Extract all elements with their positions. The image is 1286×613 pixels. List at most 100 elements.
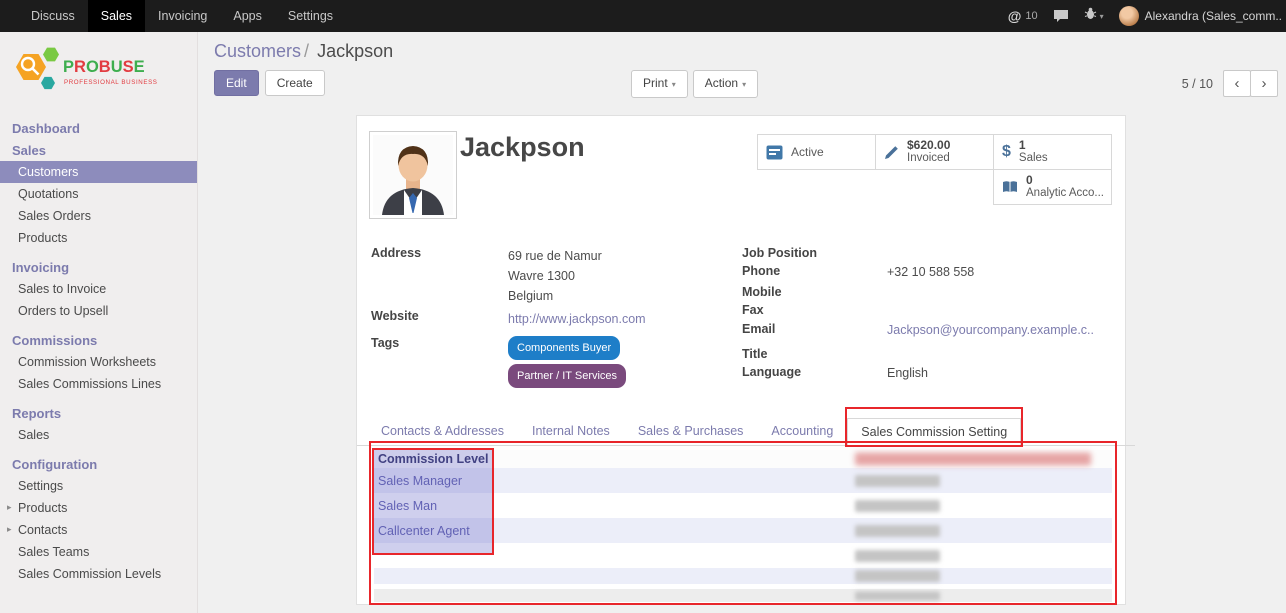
record-pager: 5 / 10 ‹ ›: [1182, 70, 1278, 97]
company-logo: PROBUSE PROFESSIONAL BUSINESS: [0, 32, 197, 107]
sidebar-item-settings[interactable]: Settings: [0, 475, 197, 497]
sidebar-item-config-products[interactable]: ▸ Products: [0, 497, 197, 519]
commission-level-cell[interactable]: Sales Manager: [374, 474, 854, 488]
website-label: Website: [371, 309, 508, 329]
sidebar-item-sales-teams[interactable]: Sales Teams: [0, 541, 197, 563]
create-button[interactable]: Create: [265, 70, 325, 96]
messages-icon[interactable]: [1053, 9, 1069, 23]
sidebar-section-invoicing[interactable]: Invoicing: [0, 256, 197, 278]
sidebar-item-config-contacts[interactable]: ▸ Contacts: [0, 519, 197, 541]
commission-level-cell[interactable]: Callcenter Agent: [374, 524, 854, 538]
breadcrumb: Customers/ Jackpson: [214, 41, 393, 62]
address-line-3: Belgium: [508, 286, 602, 306]
phone-value: +32 10 588 558: [887, 264, 974, 280]
sidebar-item-label: Products: [18, 501, 67, 515]
invoiced-amount: $620.00: [907, 139, 950, 152]
email-link[interactable]: Jackpson@yourcompany.example.c..: [887, 323, 1094, 337]
top-navbar: Discuss Sales Invoicing Apps Settings @ …: [0, 0, 1286, 32]
tab-contacts-addresses[interactable]: Contacts & Addresses: [367, 418, 518, 445]
sidebar-nav: Dashboard Sales Customers Quotations Sal…: [0, 117, 197, 585]
stat-buttons: Active $620.00 Invoiced $ 1 Sales: [756, 134, 1112, 205]
table-row[interactable]: Sales Manager: [374, 468, 1112, 493]
fields-right-column: Job Position Phone +32 10 588 558 Mobile…: [742, 246, 1111, 394]
book-icon: [1002, 180, 1018, 194]
chevron-down-icon: ▾: [1100, 12, 1104, 21]
user-avatar: [1119, 6, 1139, 26]
tab-sales-purchases[interactable]: Sales & Purchases: [624, 418, 758, 445]
print-dropdown-button[interactable]: Print▾: [631, 70, 688, 98]
table-empty-row: [374, 568, 1112, 584]
tab-sales-commission-setting[interactable]: Sales Commission Setting: [847, 418, 1021, 446]
sidebar-section-sales[interactable]: Sales: [0, 139, 197, 161]
table-footer-row: [374, 589, 1112, 602]
sidebar-section-reports[interactable]: Reports: [0, 402, 197, 424]
sales-stat-button[interactable]: $ 1 Sales: [993, 134, 1112, 170]
sidebar-item-customers[interactable]: Customers: [0, 161, 197, 183]
sidebar-item-sales-orders[interactable]: Sales Orders: [0, 205, 197, 227]
redacted-blur-block: [855, 453, 1091, 466]
analytic-accounts-stat-button[interactable]: 0 Analytic Acco...: [993, 169, 1112, 205]
commission-level-cell[interactable]: Sales Man: [374, 499, 854, 513]
sidebar-item-label: Contacts: [18, 523, 67, 537]
topbar-right-group: @ 10 ▾ Alexandra (Sales_comm..: [1008, 0, 1286, 32]
phone-label: Phone: [742, 264, 887, 280]
tab-internal-notes[interactable]: Internal Notes: [518, 418, 624, 445]
pager-next-button[interactable]: ›: [1250, 70, 1278, 97]
customer-photo[interactable]: [369, 131, 457, 219]
analytic-count: 0: [1026, 174, 1103, 187]
tab-accounting[interactable]: Accounting: [757, 418, 847, 445]
action-dropdown-button[interactable]: Action▾: [693, 70, 758, 98]
pager-value[interactable]: 5 / 10: [1182, 77, 1213, 91]
address-line-2: Wavre 1300: [508, 266, 602, 286]
analytic-label: Analytic Acco...: [1026, 187, 1103, 200]
mentions-indicator[interactable]: @ 10: [1008, 8, 1038, 24]
chevron-right-icon: ▸: [7, 524, 12, 535]
table-row[interactable]: Sales Man: [374, 493, 1112, 518]
pager-previous-button[interactable]: ‹: [1223, 70, 1251, 97]
main-content: Customers/ Jackpson Edit Create Print▾ A…: [198, 32, 1286, 613]
fields-left-column: Address 69 rue de Namur Wavre 1300 Belgi…: [371, 246, 742, 394]
table-row[interactable]: Callcenter Agent: [374, 518, 1112, 543]
print-label: Print: [643, 76, 668, 90]
topmenu-sales[interactable]: Sales: [88, 0, 145, 32]
debug-menu[interactable]: ▾: [1084, 7, 1104, 25]
sidebar-item-sales-to-invoice[interactable]: Sales to Invoice: [0, 278, 197, 300]
active-stat-button[interactable]: Active: [757, 134, 876, 170]
redacted-blur-block: [855, 500, 940, 512]
sidebar-item-products[interactable]: Products: [0, 227, 197, 249]
redacted-cell: [854, 589, 1112, 602]
notebook-tabs: Contacts & Addresses Internal Notes Sale…: [357, 418, 1135, 446]
topmenu-apps[interactable]: Apps: [220, 0, 275, 32]
topmenu-settings[interactable]: Settings: [275, 0, 346, 32]
sidebar-section-configuration[interactable]: Configuration: [0, 453, 197, 475]
redacted-blur-block: [855, 570, 940, 582]
record-title: Jackpson: [460, 132, 585, 163]
user-menu[interactable]: Alexandra (Sales_comm..: [1119, 6, 1282, 26]
invoiced-stat-button[interactable]: $620.00 Invoiced: [875, 134, 994, 170]
table-header-row: Commission Level: [374, 450, 1112, 468]
redacted-blur-block: [855, 591, 940, 600]
sidebar-section-dashboard[interactable]: Dashboard: [0, 117, 197, 139]
sidebar-item-sales-commissions-lines[interactable]: Sales Commissions Lines: [0, 373, 197, 395]
redacted-cell: [854, 518, 1112, 543]
breadcrumb-customers[interactable]: Customers: [214, 41, 301, 61]
active-toggle-icon: [766, 145, 783, 160]
topmenu-discuss[interactable]: Discuss: [18, 0, 88, 32]
sidebar-item-orders-to-upsell[interactable]: Orders to Upsell: [0, 300, 197, 322]
tag-components-buyer: Components Buyer: [508, 336, 620, 360]
topmenu-invoicing[interactable]: Invoicing: [145, 0, 220, 32]
sidebar-item-reports-sales[interactable]: Sales: [0, 424, 197, 446]
breadcrumb-separator: /: [301, 41, 312, 61]
address-line-1: 69 rue de Namur: [508, 246, 602, 266]
tag-partner-it-services: Partner / IT Services: [508, 364, 626, 388]
website-link[interactable]: http://www.jackpson.com: [508, 312, 646, 326]
column-header-commission-level[interactable]: Commission Level: [374, 452, 854, 466]
edit-button[interactable]: Edit: [214, 70, 259, 96]
sidebar-section-commissions[interactable]: Commissions: [0, 329, 197, 351]
tab-label: Sales Commission Setting: [861, 425, 1007, 439]
sidebar-item-commission-worksheets[interactable]: Commission Worksheets: [0, 351, 197, 373]
at-mention-icon: @: [1008, 8, 1022, 24]
record-buttons: Edit Create: [214, 70, 325, 96]
sidebar-item-sales-commission-levels[interactable]: Sales Commission Levels: [0, 563, 197, 585]
sidebar-item-quotations[interactable]: Quotations: [0, 183, 197, 205]
